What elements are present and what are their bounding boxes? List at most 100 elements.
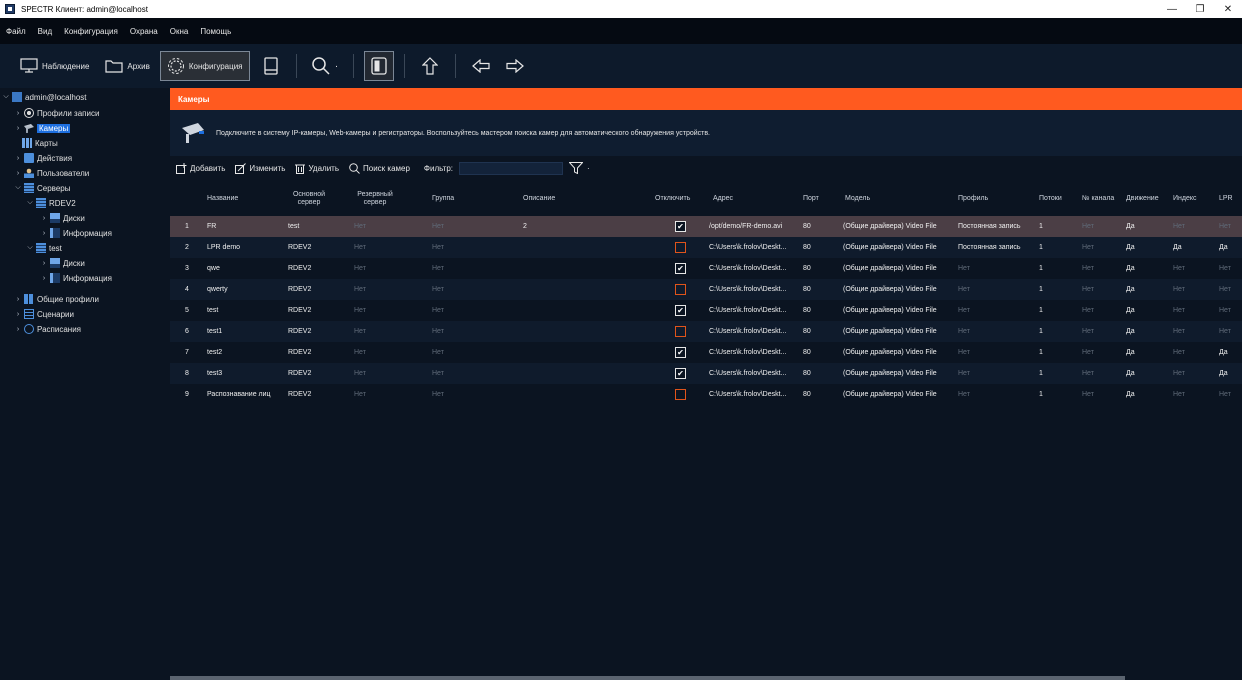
tree-item-recording-profiles[interactable]: › Профили записи <box>14 107 99 119</box>
col-profile[interactable]: Профиль <box>958 182 998 216</box>
table-row[interactable]: 7 test2 RDEV2 Нет Нет C:\Users\k.frolov\Deskt… <box>170 342 1242 363</box>
chevron-right-icon[interactable]: › <box>14 326 22 333</box>
table-row[interactable]: 5 test RDEV2 Нет Нет C:\Users\k.frolov\Deskt.… <box>170 300 1242 321</box>
up-button[interactable] <box>415 51 445 81</box>
chevron-down-icon[interactable]: ⌵ <box>26 244 34 252</box>
col-port[interactable]: Порт <box>803 182 833 216</box>
col-name[interactable]: Название <box>207 182 267 216</box>
tree-item-scenarios[interactable]: › Сценарии <box>14 308 74 320</box>
layout-button[interactable] <box>363 51 394 81</box>
tree-item-maps[interactable]: Карты <box>22 137 58 149</box>
close-button[interactable]: ✕ <box>1214 0 1242 18</box>
disable-checkbox[interactable] <box>675 326 686 337</box>
menu-security[interactable]: Охрана <box>130 27 158 36</box>
menu-configuration[interactable]: Конфигурация <box>64 27 118 36</box>
tree-item-cameras[interactable]: › Камеры <box>14 122 71 134</box>
tree-item-server-rdev2[interactable]: ⌵ RDEV2 <box>26 197 76 209</box>
back-button[interactable] <box>466 51 496 81</box>
cell-channel: Нет <box>1082 244 1094 251</box>
cell-lpr: Нет <box>1219 307 1231 314</box>
filter-options-button[interactable]: · <box>569 162 590 174</box>
tree-item-test-disks[interactable]: › Диски <box>40 257 85 269</box>
delete-button[interactable]: Удалить <box>295 163 339 174</box>
scrollbar-thumb[interactable] <box>170 676 1125 680</box>
minimize-button[interactable]: — <box>1158 0 1186 18</box>
menu-file[interactable]: Файл <box>6 27 26 36</box>
disable-checkbox[interactable] <box>675 389 686 400</box>
edit-button[interactable]: Изменить <box>235 162 285 174</box>
configuration-button[interactable]: Конфигурация <box>159 51 250 81</box>
col-description[interactable]: Описание <box>523 182 583 216</box>
tree-item-actions[interactable]: › Действия <box>14 152 72 164</box>
table-row[interactable]: 9 Распознавание лиц RDEV2 Нет Нет C:\Users\k.… <box>170 384 1242 405</box>
col-backup-server[interactable]: Резервный сервер <box>354 182 396 216</box>
table-row[interactable]: 3 qwe RDEV2 Нет Нет C:\Users\k.frolov\Deskt..… <box>170 258 1242 279</box>
add-button[interactable]: Добавить <box>176 162 225 174</box>
col-group[interactable]: Группа <box>432 182 472 216</box>
cell-description: 2 <box>523 223 527 230</box>
chevron-right-icon[interactable]: › <box>14 155 22 162</box>
col-lpr[interactable]: LPR <box>1219 182 1239 216</box>
tree-item-schedules[interactable]: › Расписания <box>14 323 81 335</box>
disable-checkbox[interactable] <box>675 263 686 274</box>
menu-windows[interactable]: Окна <box>170 27 189 36</box>
tree-item-rdev2-info[interactable]: › Информация <box>40 227 112 239</box>
cell-description <box>523 363 583 384</box>
chevron-down-icon[interactable]: ⌵ <box>26 199 34 207</box>
chevron-right-icon[interactable]: › <box>40 260 48 267</box>
col-index[interactable]: Индекс <box>1173 182 1205 216</box>
tree-item-common-profiles[interactable]: › Общие профили <box>14 293 99 305</box>
horizontal-scrollbar[interactable] <box>170 676 1242 680</box>
chevron-down-icon[interactable]: ⌵ <box>14 184 22 192</box>
disable-checkbox[interactable] <box>675 305 686 316</box>
disable-checkbox[interactable] <box>675 347 686 358</box>
col-model[interactable]: Модель <box>845 182 885 216</box>
archive-button[interactable]: Архив <box>99 51 155 81</box>
forward-button[interactable] <box>500 51 530 81</box>
maximize-button[interactable]: ❐ <box>1186 0 1214 18</box>
table-row[interactable]: 4 qwerty RDEV2 Нет Нет C:\Users\k.frolov\Desk… <box>170 279 1242 300</box>
table-row[interactable]: 2 LPR demo RDEV2 Нет Нет C:\Users\k.frolov\De… <box>170 237 1242 258</box>
disable-checkbox[interactable] <box>675 284 686 295</box>
col-streams[interactable]: Потоки <box>1039 182 1075 216</box>
chevron-right-icon[interactable]: › <box>40 215 48 222</box>
tree-item-test-info[interactable]: › Информация <box>40 272 112 284</box>
table-row[interactable]: 6 test1 RDEV2 Нет Нет C:\Users\k.frolov\Deskt… <box>170 321 1242 342</box>
search-cameras-button[interactable]: Поиск камер <box>349 162 410 174</box>
disable-checkbox[interactable] <box>675 221 686 232</box>
col-main-server[interactable]: Основной сервер <box>288 182 330 216</box>
monitor-button[interactable]: Наблюдение <box>14 51 95 81</box>
filter-input[interactable] <box>459 161 564 175</box>
book-button[interactable] <box>256 51 286 81</box>
chevron-right-icon[interactable]: › <box>14 311 22 318</box>
search-dropdown-arrow[interactable]: · <box>335 61 338 72</box>
tree-item-server-test[interactable]: ⌵ test <box>26 242 62 254</box>
col-motion[interactable]: Движение <box>1126 182 1170 216</box>
tree-item-users[interactable]: › Пользователи <box>14 167 89 179</box>
search-button[interactable]: · <box>307 51 343 81</box>
tree-item-servers[interactable]: ⌵ Серверы <box>14 182 70 194</box>
chevron-right-icon[interactable]: › <box>14 296 22 303</box>
table-row[interactable]: 8 test3 RDEV2 Нет Нет C:\Users\k.frolov\Deskt… <box>170 363 1242 384</box>
menu-view[interactable]: Вид <box>38 27 52 36</box>
chevron-right-icon[interactable]: › <box>40 230 48 237</box>
tree-item-rdev2-disks[interactable]: › Диски <box>40 212 85 224</box>
gear-icon <box>167 58 184 74</box>
col-channel[interactable]: № канала <box>1082 182 1122 216</box>
col-address[interactable]: Адрес <box>713 182 753 216</box>
tree-root-admin[interactable]: ⌵ admin@localhost <box>2 91 86 103</box>
chevron-right-icon[interactable]: › <box>14 125 22 132</box>
chevron-right-icon[interactable]: › <box>40 275 48 282</box>
chevron-down-icon[interactable]: ⌵ <box>2 93 10 101</box>
cell-streams: 1 <box>1039 370 1043 377</box>
cell-num: 1 <box>185 223 189 230</box>
table-row[interactable]: 1 FR test Нет Нет 2/opt/demo/FR-demo.avi 80 (Об… <box>170 216 1242 237</box>
cell-backup-server: Нет <box>354 244 366 251</box>
disable-checkbox[interactable] <box>675 242 686 253</box>
chevron-right-icon[interactable]: › <box>14 170 22 177</box>
col-disable[interactable]: Отключить <box>655 182 705 216</box>
chevron-down-icon[interactable]: · <box>587 164 590 173</box>
chevron-right-icon[interactable]: › <box>14 110 22 117</box>
menu-help[interactable]: Помощь <box>200 27 231 36</box>
disable-checkbox[interactable] <box>675 368 686 379</box>
